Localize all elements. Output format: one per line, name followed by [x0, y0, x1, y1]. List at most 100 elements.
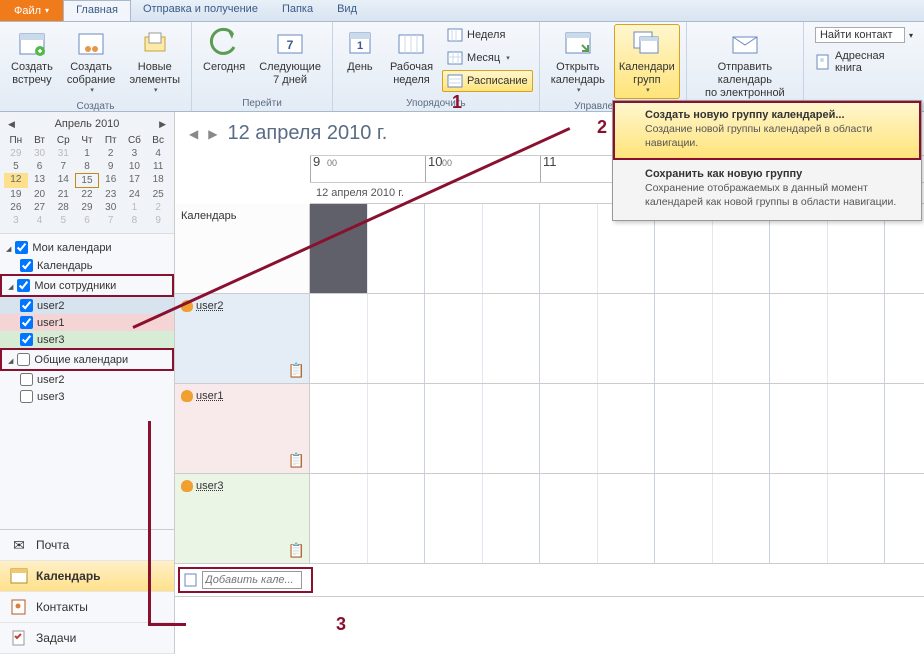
cells[interactable]: [310, 474, 924, 563]
checkbox[interactable]: [17, 279, 30, 292]
d[interactable]: 1: [123, 201, 147, 214]
group-coworkers[interactable]: Мои сотрудники: [0, 274, 174, 297]
cell[interactable]: [425, 384, 483, 473]
d[interactable]: 8: [75, 160, 99, 173]
cell[interactable]: [425, 294, 483, 383]
d[interactable]: 17: [123, 173, 147, 188]
cells[interactable]: [310, 384, 924, 473]
cal-item-calendar[interactable]: Календарь: [0, 257, 174, 274]
tab-home[interactable]: Главная: [63, 0, 131, 21]
cell[interactable]: [713, 474, 771, 563]
workweek-view-button[interactable]: Рабочая неделя: [385, 24, 438, 90]
d[interactable]: 5: [4, 160, 28, 173]
d[interactable]: 9: [146, 214, 170, 227]
cell[interactable]: [483, 474, 541, 563]
dropdown-save-group[interactable]: Сохранить как новую группу Сохранение от…: [613, 160, 921, 219]
d[interactable]: 29: [4, 147, 28, 160]
cell[interactable]: [540, 474, 598, 563]
tab-file[interactable]: Файл: [0, 0, 63, 21]
cell[interactable]: [425, 204, 483, 293]
cell[interactable]: [770, 294, 828, 383]
cell[interactable]: [483, 204, 541, 293]
new-items-button[interactable]: Новые элементы: [124, 24, 185, 99]
calendar-groups-button[interactable]: Календари групп: [614, 24, 680, 99]
cell[interactable]: [425, 474, 483, 563]
cell[interactable]: [483, 294, 541, 383]
cal-item-user3[interactable]: user3: [0, 331, 174, 348]
d[interactable]: 28: [51, 201, 75, 214]
d[interactable]: 7: [51, 160, 75, 173]
cell[interactable]: [368, 384, 426, 473]
d[interactable]: 22: [75, 188, 99, 201]
checkbox[interactable]: [17, 353, 30, 366]
d[interactable]: 11: [146, 160, 170, 173]
d[interactable]: 9: [99, 160, 123, 173]
d[interactable]: 3: [123, 147, 147, 160]
d[interactable]: 13: [28, 173, 52, 188]
cell[interactable]: [310, 474, 368, 563]
checkbox[interactable]: [20, 259, 33, 272]
permissions-icon[interactable]: 📋: [288, 452, 305, 469]
d[interactable]: 1: [75, 147, 99, 160]
checkbox[interactable]: [20, 373, 33, 386]
cell[interactable]: [483, 384, 541, 473]
d[interactable]: 14: [51, 173, 75, 188]
tab-view[interactable]: Вид: [325, 0, 369, 21]
permissions-icon[interactable]: 📋: [288, 362, 305, 379]
cell[interactable]: [368, 294, 426, 383]
next-month-button[interactable]: ▶: [159, 119, 166, 130]
d[interactable]: 4: [28, 214, 52, 227]
cell[interactable]: [598, 384, 656, 473]
d[interactable]: 3: [4, 214, 28, 227]
cal-item-shared-user2[interactable]: user2: [0, 371, 174, 388]
d[interactable]: 27: [28, 201, 52, 214]
cell[interactable]: [368, 474, 426, 563]
d[interactable]: 4: [146, 147, 170, 160]
cell[interactable]: [598, 474, 656, 563]
d[interactable]: 5: [51, 214, 75, 227]
cal-item-user1[interactable]: user1: [0, 314, 174, 331]
nav-tasks[interactable]: Задачи: [0, 623, 174, 654]
permissions-icon[interactable]: 📋: [288, 542, 305, 559]
cell[interactable]: [655, 294, 713, 383]
d-selected[interactable]: 12: [4, 173, 28, 188]
d[interactable]: 23: [99, 188, 123, 201]
schedule-view-button[interactable]: Расписание: [442, 70, 533, 92]
cell[interactable]: [828, 474, 886, 563]
month-view-button[interactable]: Месяц: [442, 47, 533, 69]
prev-day-button[interactable]: ◀: [189, 127, 198, 141]
tab-folder[interactable]: Папка: [270, 0, 325, 21]
cell[interactable]: [655, 384, 713, 473]
cell[interactable]: [310, 384, 368, 473]
cell[interactable]: [310, 294, 368, 383]
d[interactable]: 7: [99, 214, 123, 227]
group-my-calendars[interactable]: Мои календари: [0, 238, 174, 257]
next7days-button[interactable]: 7 Следующие 7 дней: [254, 24, 326, 90]
add-calendar-box[interactable]: [178, 567, 313, 593]
add-calendar-input[interactable]: [202, 571, 302, 589]
checkbox[interactable]: [15, 241, 28, 254]
checkbox[interactable]: [20, 333, 33, 346]
d[interactable]: 6: [75, 214, 99, 227]
cell[interactable]: [540, 204, 598, 293]
checkbox[interactable]: [20, 316, 33, 329]
d[interactable]: 25: [146, 188, 170, 201]
cell[interactable]: [540, 384, 598, 473]
find-contact-input[interactable]: Найти контакт ▾: [810, 24, 918, 46]
d[interactable]: 18: [146, 173, 170, 188]
d[interactable]: 16: [99, 173, 123, 188]
d[interactable]: 30: [99, 201, 123, 214]
today-button[interactable]: Сегодня: [198, 24, 250, 77]
group-shared-calendars[interactable]: Общие календари: [0, 348, 174, 371]
d[interactable]: 29: [75, 201, 99, 214]
d[interactable]: 24: [123, 188, 147, 201]
cell[interactable]: [828, 384, 886, 473]
cell[interactable]: [713, 294, 771, 383]
cell[interactable]: [540, 294, 598, 383]
d[interactable]: 30: [28, 147, 52, 160]
d[interactable]: 20: [28, 188, 52, 201]
cell[interactable]: [713, 384, 771, 473]
cell[interactable]: [770, 384, 828, 473]
cell[interactable]: [828, 294, 886, 383]
week-view-button[interactable]: Неделя: [442, 24, 533, 46]
